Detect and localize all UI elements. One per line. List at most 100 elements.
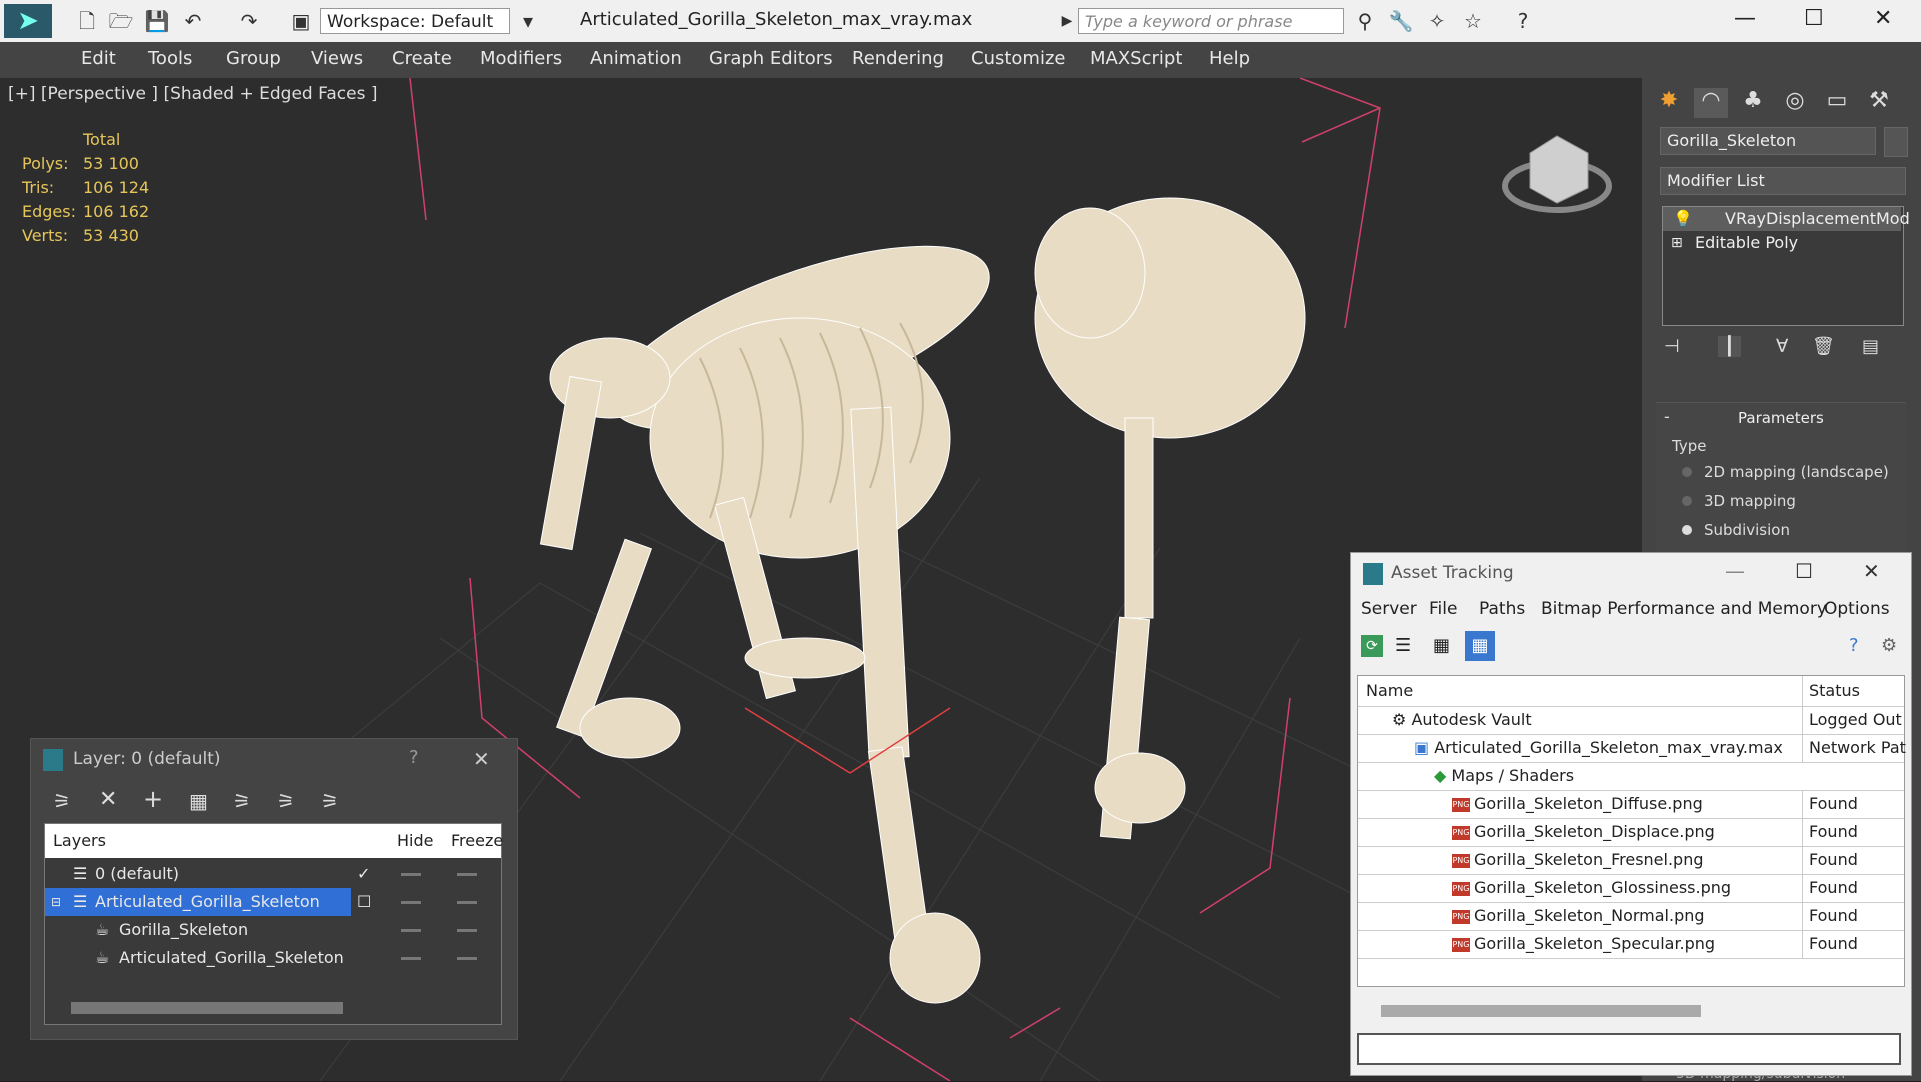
asset-row[interactable]: ⚙ Autodesk Vault Logged Out (1358, 706, 1904, 735)
undo-icon[interactable]: ↶ (180, 8, 206, 34)
asset-row[interactable]: PNG Gorilla_Skeleton_Glossiness.png Found (1358, 874, 1904, 903)
minimize-button[interactable]: — (1734, 6, 1756, 31)
parameters-title[interactable]: Parameters (1738, 409, 1824, 427)
create-tab-icon[interactable]: ✸ (1652, 88, 1686, 118)
menu-maxscript[interactable]: MAXScript (1090, 48, 1182, 69)
layer-row-selected[interactable]: ⊟ ☰ Articulated_Gorilla_Skeleton ☐ (45, 888, 501, 916)
wrench-icon[interactable]: 🔧 (1388, 8, 1414, 34)
radio-2d-mapping[interactable]: 2D mapping (landscape) (1682, 463, 1889, 481)
column-header-layers[interactable]: Layers (53, 824, 106, 858)
current-layer-box-icon[interactable]: ☐ (357, 888, 371, 916)
column-header-status[interactable]: Status (1802, 676, 1909, 706)
asset-row[interactable]: PNG Gorilla_Skeleton_Diffuse.png Found (1358, 790, 1904, 819)
menu-edit[interactable]: Edit (81, 48, 116, 69)
menu-group[interactable]: Group (226, 48, 281, 69)
menu-customize[interactable]: Customize (971, 48, 1065, 69)
asset-path-field[interactable] (1357, 1033, 1901, 1065)
radio-3d-mapping[interactable]: 3D mapping (1682, 492, 1796, 510)
layer-horizontal-scrollbar[interactable] (71, 1002, 343, 1014)
asset-row[interactable]: PNG Gorilla_Skeleton_Normal.png Found (1358, 902, 1904, 931)
asset-maximize-button[interactable]: ☐ (1795, 559, 1813, 583)
new-layer-icon[interactable]: + (143, 785, 163, 813)
project-folder-icon[interactable]: ▣ (288, 8, 314, 34)
search-input[interactable]: Type a keyword or phrase (1078, 8, 1344, 34)
hide-all-icon[interactable]: ⚞ (277, 789, 295, 813)
list-view-icon[interactable]: ☰ (1395, 635, 1411, 656)
asset-menu-bitmap-performance[interactable]: Bitmap Performance and Memory (1541, 599, 1827, 619)
expand-plus-icon[interactable]: ⊞ (1671, 231, 1683, 255)
asset-row[interactable]: PNG Gorilla_Skeleton_Fresnel.png Found (1358, 846, 1904, 875)
asset-menu-paths[interactable]: Paths (1479, 599, 1525, 619)
workspace-select[interactable]: Workspace: Default (320, 8, 510, 34)
modifier-stack[interactable]: 💡 VRayDisplacementMod ⊞ Editable Poly (1662, 206, 1910, 326)
modify-tab-icon[interactable]: ◠ (1694, 88, 1728, 118)
viewport-label[interactable]: [+] [Perspective ] [Shaded + Edged Faces… (8, 84, 377, 104)
current-layer-check-icon[interactable]: ✓ (357, 860, 370, 888)
freeze-toggle[interactable] (457, 957, 477, 960)
layer-row[interactable]: ☰ 0 (default) ✓ (45, 860, 501, 888)
workspace-dropdown-icon[interactable]: ▾ (515, 8, 541, 34)
modifier-list-dropdown[interactable]: Modifier List (1660, 167, 1906, 195)
search-arrow-icon[interactable]: ▶ (1054, 8, 1080, 34)
freeze-toggle[interactable] (457, 929, 477, 932)
stack-item-vraydisplacementmod[interactable]: 💡 VRayDisplacementMod (1663, 207, 1910, 231)
highlight-layer-icon[interactable]: ⚞ (233, 789, 251, 813)
remove-modifier-icon[interactable]: 🗑 (1812, 336, 1835, 357)
open-file-icon[interactable]: 🗁 (108, 8, 134, 34)
asset-settings-icon[interactable]: ⚙ (1881, 635, 1897, 656)
stack-item-editable-poly[interactable]: ⊞ Editable Poly (1663, 231, 1901, 255)
layer-row[interactable]: ☕ Articulated_Gorilla_Skeleton (45, 944, 501, 972)
hide-toggle[interactable] (401, 901, 421, 904)
asset-menu-server[interactable]: Server (1361, 599, 1417, 619)
collapse-rollout-icon[interactable]: - (1664, 407, 1670, 426)
menu-animation[interactable]: Animation (590, 48, 682, 69)
maximize-button[interactable]: ☐ (1804, 6, 1824, 31)
make-unique-icon[interactable]: ∀ (1776, 336, 1788, 357)
asset-horizontal-scrollbar[interactable] (1381, 1005, 1701, 1017)
asset-menu-options[interactable]: Options (1824, 599, 1890, 619)
redo-icon[interactable]: ↷ (236, 8, 262, 34)
asset-menu-file[interactable]: File (1429, 599, 1457, 619)
select-objects-icon[interactable]: ▦ (189, 789, 208, 813)
display-tab-icon[interactable]: ▭ (1820, 88, 1854, 118)
lightbulb-icon[interactable]: 💡 (1673, 207, 1693, 231)
hide-toggle[interactable] (401, 873, 421, 876)
save-icon[interactable]: 💾 (144, 8, 170, 34)
asset-row[interactable]: PNG Gorilla_Skeleton_Specular.png Found (1358, 930, 1904, 959)
asset-row[interactable]: ▣ Articulated_Gorilla_Skeleton_max_vray.… (1358, 734, 1906, 763)
star-icon[interactable]: ☆ (1460, 8, 1486, 34)
freeze-all-icon[interactable]: ⚞ (321, 789, 339, 813)
asset-row[interactable]: PNG Gorilla_Skeleton_Displace.png Found (1358, 818, 1904, 847)
delete-layer-icon[interactable]: ✕ (99, 787, 117, 812)
menu-graph-editors[interactable]: Graph Editors (709, 48, 833, 69)
satellite-icon[interactable]: ✧ (1424, 8, 1450, 34)
show-end-result-icon[interactable]: ┃ (1718, 336, 1741, 357)
radio-subdivision[interactable]: Subdivision (1682, 521, 1790, 539)
asset-minimize-button[interactable]: — (1725, 559, 1745, 583)
menu-tools[interactable]: Tools (148, 48, 192, 69)
refresh-icon[interactable]: ⟳ (1361, 635, 1383, 657)
column-header-freeze[interactable]: Freeze (451, 824, 503, 858)
close-button[interactable]: ✕ (1874, 6, 1892, 31)
help-icon[interactable]: ? (1510, 8, 1536, 34)
menu-help[interactable]: Help (1209, 48, 1250, 69)
collapse-minus-icon[interactable]: ⊟ (51, 888, 61, 916)
freeze-toggle[interactable] (457, 901, 477, 904)
object-name-field[interactable]: Gorilla_Skeleton (1660, 127, 1876, 155)
asset-help-icon[interactable]: ? (1849, 635, 1859, 656)
app-logo-icon[interactable]: ➤ (4, 4, 52, 38)
asset-close-button[interactable]: ✕ (1863, 559, 1880, 583)
object-color-swatch[interactable] (1884, 127, 1908, 157)
column-header-name[interactable]: Name (1366, 676, 1413, 706)
hide-toggle[interactable] (401, 957, 421, 960)
layer-dialog-close-button[interactable]: ✕ (473, 747, 490, 771)
viewcube-icon[interactable] (1502, 135, 1612, 213)
column-header-hide[interactable]: Hide (397, 824, 433, 858)
menu-create[interactable]: Create (392, 48, 452, 69)
layer-dialog-help-button[interactable]: ? (409, 747, 419, 768)
layer-row[interactable]: ☕ Gorilla_Skeleton (45, 916, 501, 944)
table-view-icon[interactable]: ▦ (1465, 631, 1495, 661)
freeze-toggle[interactable] (457, 873, 477, 876)
pin-stack-icon[interactable]: ⊣ (1664, 336, 1680, 357)
hierarchy-tab-icon[interactable]: ♣ (1736, 88, 1770, 118)
